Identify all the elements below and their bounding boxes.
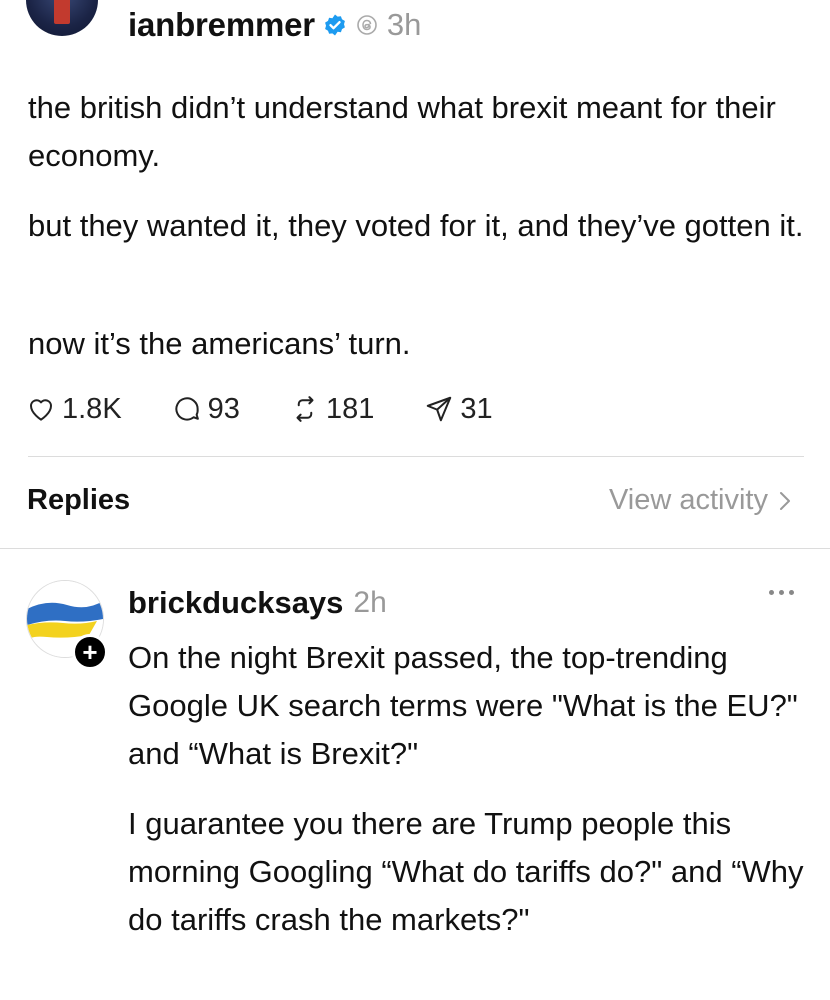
post-author-name[interactable]: ianbremmer	[128, 6, 315, 44]
post-paragraph: but they wanted it, they voted for it, a…	[28, 208, 804, 243]
post-time: 3h	[386, 7, 422, 42]
follow-plus-button[interactable]: +	[72, 634, 108, 670]
like-count: 1.8K	[62, 392, 122, 425]
share-button[interactable]: 31	[424, 392, 493, 426]
reply-paragraph: On the night Brexit passed, the top-tren…	[128, 640, 798, 771]
heart-icon	[30, 399, 52, 421]
more-options-button[interactable]	[769, 590, 794, 595]
like-button[interactable]: 1.8K	[26, 393, 122, 426]
post-paragraph: the british didn’t understand what brexi…	[28, 90, 776, 173]
view-activity-link[interactable]: View activity	[609, 484, 792, 517]
share-icon	[427, 396, 452, 422]
reply-time: 2h	[353, 586, 387, 619]
reply-author-row: brickducksays 2h	[128, 582, 387, 624]
comment-count: 93	[207, 392, 240, 425]
post-actions: 1.8K 93 181 31	[26, 388, 543, 430]
replies-heading: Replies	[27, 484, 131, 516]
post-paragraph: now it’s the americans’ turn.	[28, 326, 411, 361]
verified-badge-icon	[325, 14, 345, 36]
plus-icon: +	[82, 637, 98, 667]
reply-paragraph: I guarantee you there are Trump people t…	[128, 806, 804, 937]
chevron-right-icon	[780, 491, 790, 510]
repost-button[interactable]: 181	[290, 393, 374, 426]
share-count: 31	[460, 392, 493, 425]
divider	[0, 548, 830, 549]
threads-icon	[357, 15, 377, 35]
more-icon	[769, 590, 774, 595]
post-author-row: ianbremmer 3h	[128, 2, 421, 48]
comment-button[interactable]: 93	[172, 393, 240, 426]
repost-count: 181	[325, 392, 375, 425]
view-activity-label: View activity	[608, 484, 768, 516]
divider	[28, 456, 804, 457]
reply-author-name[interactable]: brickducksays	[128, 585, 343, 621]
repost-icon	[296, 396, 314, 422]
author-avatar[interactable]	[26, 0, 98, 36]
comment-icon	[175, 397, 199, 421]
